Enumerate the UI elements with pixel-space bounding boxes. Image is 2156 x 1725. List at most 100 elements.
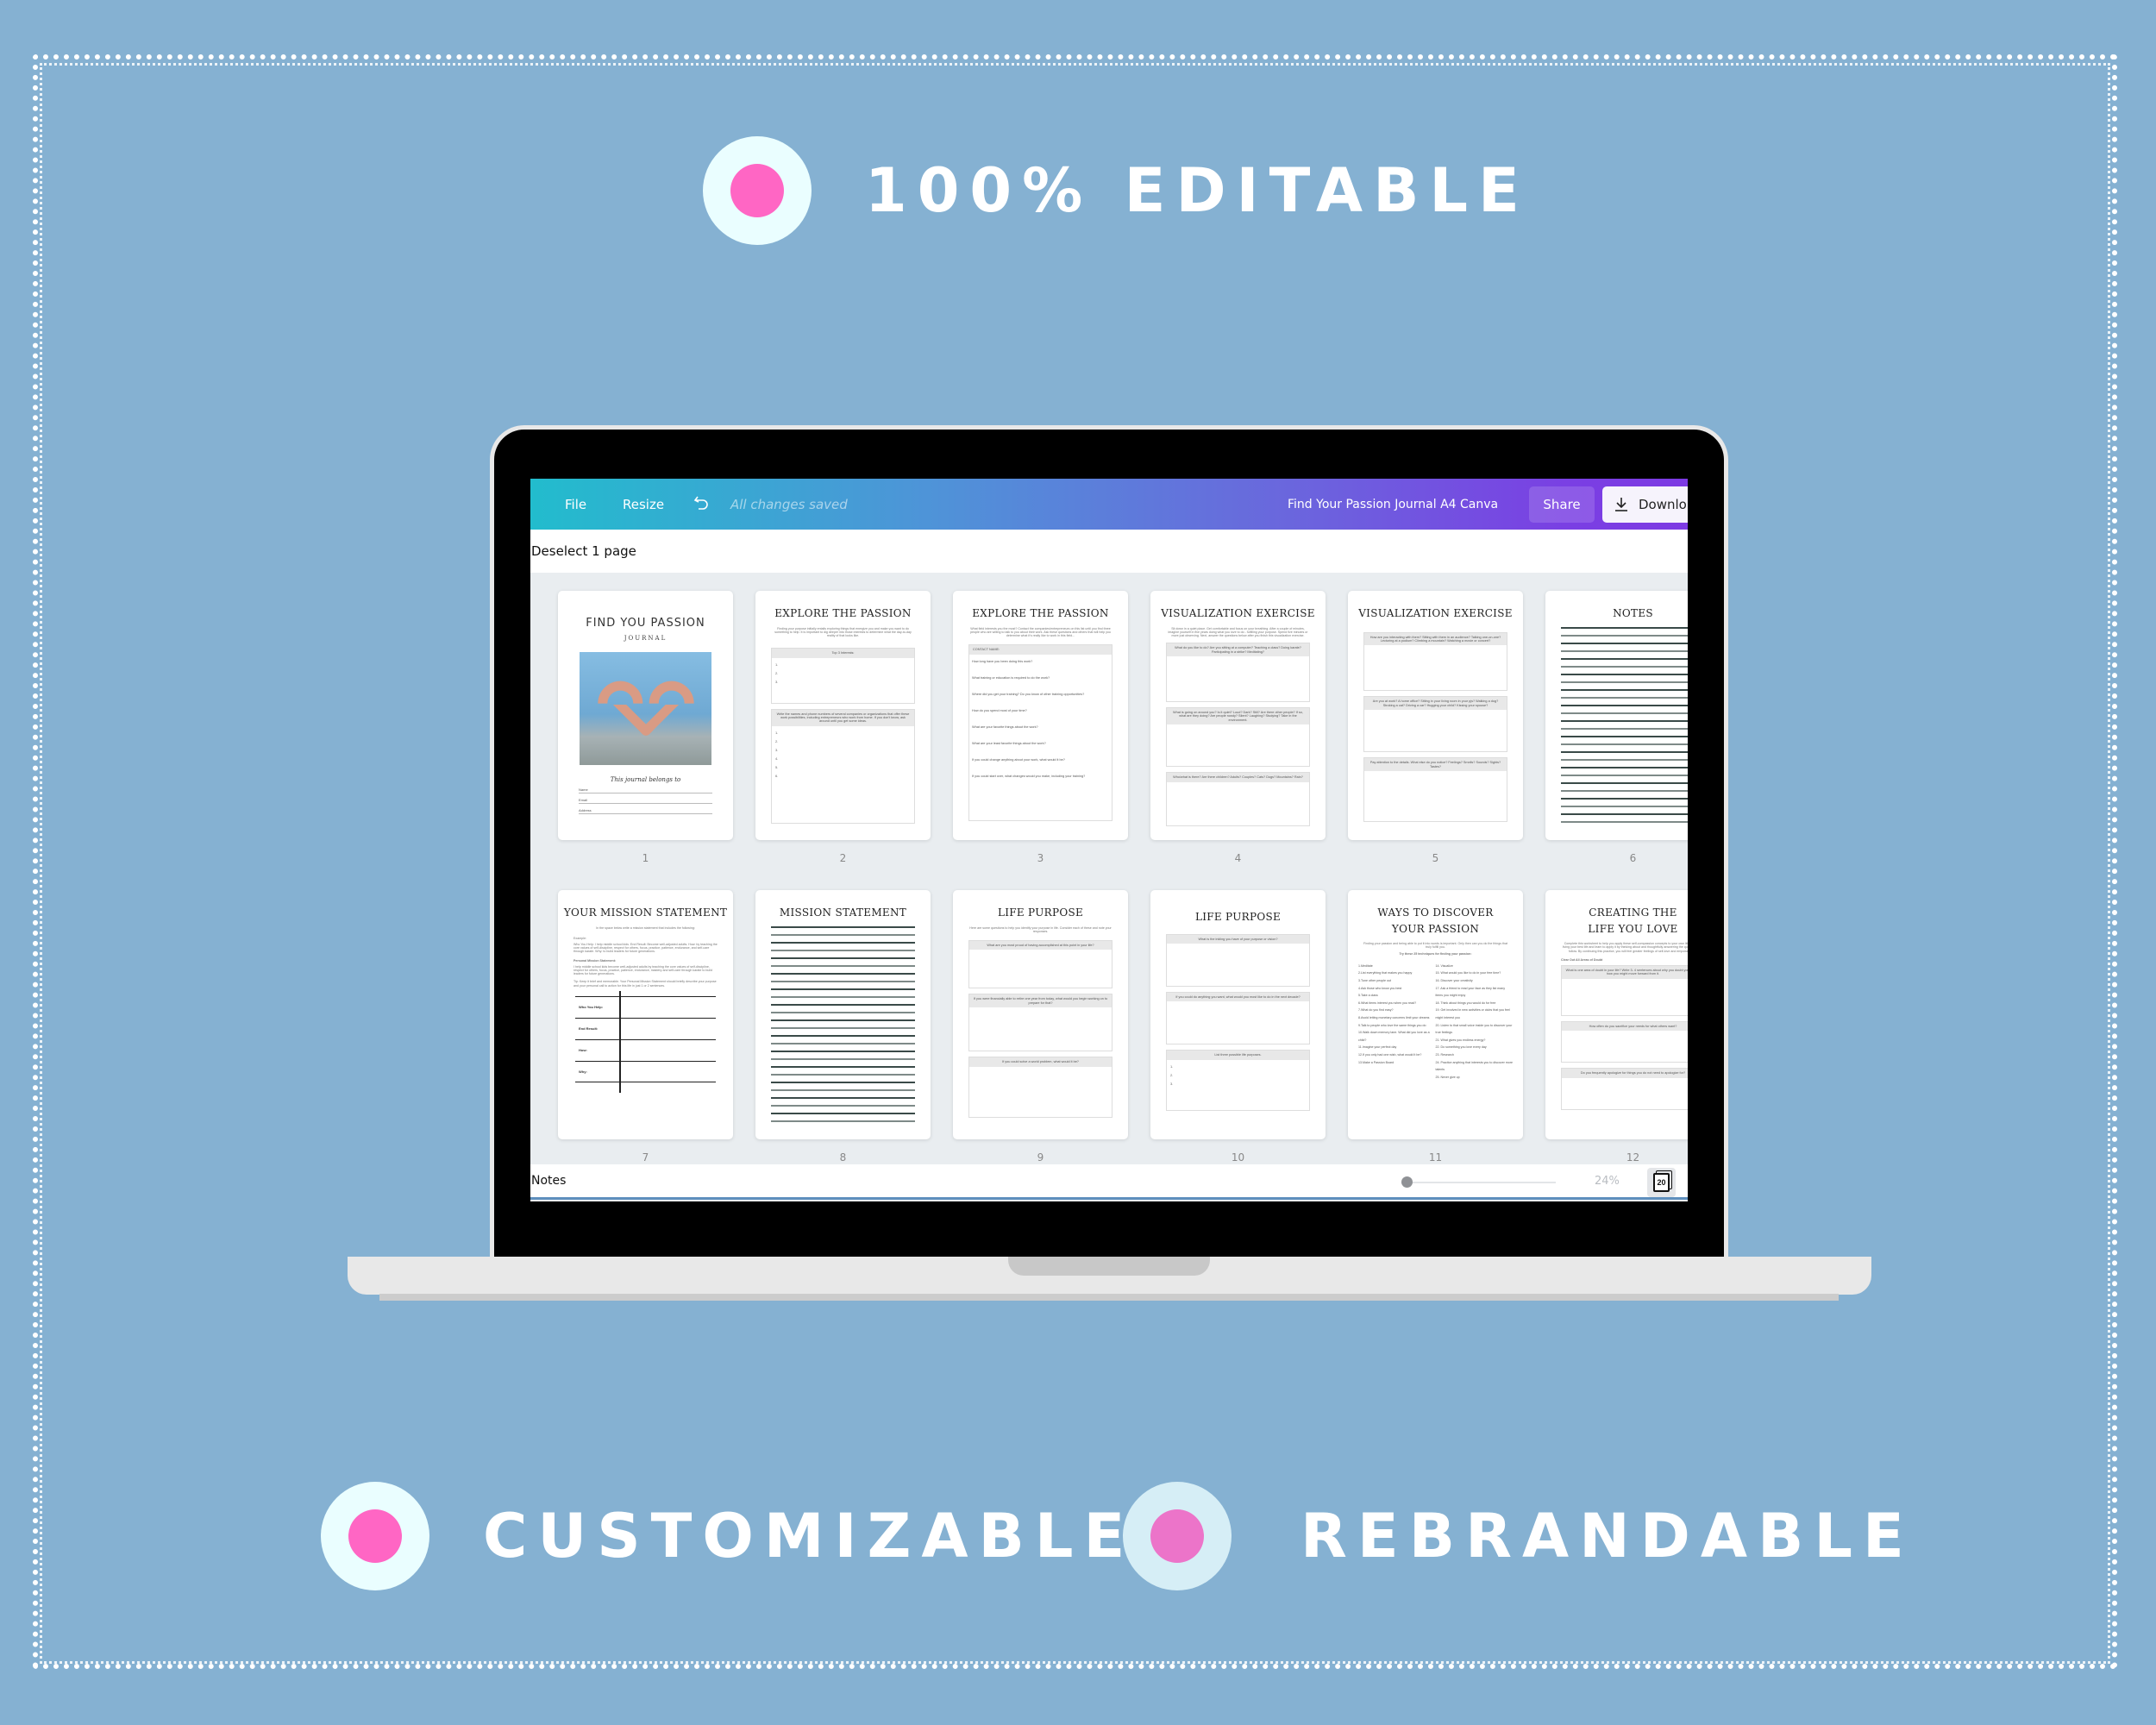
table-row: End Result:	[575, 1017, 716, 1039]
ruled-line	[771, 1088, 915, 1091]
heart-hands-photo	[580, 652, 711, 766]
page-title: LIFE PURPOSE	[1194, 911, 1282, 923]
laptop-notch	[1008, 1257, 1210, 1276]
ruled-line	[771, 957, 915, 959]
email-field: Email	[579, 798, 712, 805]
ruled-line	[771, 1026, 915, 1029]
list-item: 2.	[775, 738, 779, 743]
download-button[interactable]: Downlo	[1602, 486, 1688, 523]
page-number: 12	[1626, 1151, 1640, 1164]
ruled-line	[1561, 634, 1688, 637]
zoom-slider[interactable]	[1409, 1182, 1556, 1183]
notes-button[interactable]: Notes	[531, 1174, 566, 1188]
technique-item: 9.Talk to people who love the same thing…	[1358, 1023, 1426, 1027]
question: What training or education is required t…	[972, 675, 1050, 680]
feature-label: CUSTOMIZABLE	[483, 1501, 1136, 1571]
list-item: 2.	[1170, 1072, 1174, 1077]
deselect-page-button[interactable]: Deselect 1 page	[531, 543, 636, 559]
box-header: CONTACT NAME:	[969, 645, 1112, 655]
page-thumbnail-7[interactable]: YOUR MISSION STATEMENT In the space belo…	[558, 890, 733, 1139]
question: If you could start over, what changes wo…	[972, 774, 1086, 778]
page-thumbnail-9[interactable]: LIFE PURPOSE Here are some questions to …	[953, 890, 1128, 1139]
table-row: How:	[575, 1038, 716, 1061]
box-header: Write the names and phone numbers of sev…	[772, 709, 914, 726]
list-item: 2.	[775, 670, 779, 675]
ruled-line	[1561, 712, 1688, 714]
ruled-line	[771, 1019, 915, 1021]
ruled-line	[771, 949, 915, 951]
page-thumbnail-10[interactable]: LIFE PURPOSE What is the inkling you hav…	[1150, 890, 1326, 1139]
ruled-line	[1561, 797, 1688, 800]
techniques-list: 1.Meditate 2.List everything that makes y…	[1358, 963, 1513, 1082]
page-thumbnail-11[interactable]: WAYS TO DISCOVER YOUR PASSION Finding yo…	[1348, 890, 1523, 1139]
page-number: 9	[1037, 1151, 1044, 1164]
ruled-line	[1561, 781, 1688, 784]
techniques-column-2: 14. Visualize 15. What would you like to …	[1436, 963, 1514, 1082]
ruled-line	[771, 1120, 915, 1122]
ruled-line	[771, 1073, 915, 1076]
ruled-line	[1561, 743, 1688, 745]
editor-toolbar: File Resize All changes saved Find Your …	[530, 479, 1688, 530]
resize-button[interactable]: Resize	[623, 497, 664, 512]
zoom-percentage[interactable]: 24%	[1595, 1175, 1620, 1188]
page-subtitle: JOURNAL	[624, 635, 667, 643]
document-title[interactable]: Find Your Passion Journal A4 Canva	[1288, 498, 1498, 511]
ruled-line	[1561, 805, 1688, 807]
technique-item: 2.List everything that makes you happy	[1358, 971, 1413, 975]
share-button[interactable]: Share	[1529, 486, 1595, 523]
ruled-line	[1561, 766, 1688, 768]
ruled-line	[1561, 727, 1688, 730]
feature-customizable: CUSTOMIZABLE	[321, 1482, 1135, 1590]
ruled-line	[771, 964, 915, 967]
zoom-slider-handle[interactable]	[1401, 1176, 1413, 1188]
technique-item: 4.Ask those who know you best	[1358, 986, 1402, 990]
page-thumbnail-8[interactable]: MISSION STATEMENT	[755, 890, 931, 1139]
list-item: 3.	[775, 747, 779, 752]
page-thumbnail-6[interactable]: NOTES	[1545, 591, 1688, 840]
page-title: VISUALIZATION EXERCISE	[1161, 607, 1315, 619]
personal-text: I help middle school kids become well-ad…	[573, 964, 713, 976]
list-item: 3.	[1170, 1081, 1174, 1086]
pink-dot-badge-icon	[703, 136, 812, 245]
ruled-line	[1561, 789, 1688, 792]
editor-screen: File Resize All changes saved Find Your …	[530, 479, 1688, 1201]
page-thumbnail-3[interactable]: EXPLORE THE PASSION What field interests…	[953, 591, 1128, 840]
page-number: 4	[1234, 852, 1242, 864]
page-count-button[interactable]: 20	[1647, 1168, 1676, 1197]
page-thumbnail-4[interactable]: VISUALIZATION EXERCISE Sit down in a qui…	[1150, 591, 1326, 840]
page-thumbnail-5[interactable]: VISUALIZATION EXERCISE How are you inter…	[1348, 591, 1523, 840]
ruled-line	[771, 1096, 915, 1099]
page-thumbnail-1[interactable]: FIND YOU PASSION JOURNAL This journal be…	[558, 591, 733, 840]
ruled-line	[1561, 642, 1688, 644]
question: What are your least favorite things abou…	[972, 741, 1046, 745]
technique-item: 24. Practice anything that interests you…	[1435, 1060, 1514, 1072]
ruled-line	[771, 1042, 915, 1044]
list-item: 1.	[1170, 1063, 1174, 1069]
page-subhead: Clear Out All Areas of Doubt	[1561, 957, 1603, 962]
file-menu-button[interactable]: File	[565, 497, 586, 512]
laptop-base-shadow	[379, 1294, 1839, 1301]
ruled-line	[1561, 657, 1688, 660]
ruled-line	[1561, 626, 1688, 629]
ruled-line	[771, 1081, 915, 1083]
question: What are your favorite things about the …	[972, 724, 1038, 729]
pink-dot-badge-icon	[1123, 1482, 1232, 1590]
ruled-line	[1561, 758, 1688, 761]
feature-rebrandable: REBRANDABLE	[1123, 1482, 1915, 1590]
page-grid: FIND YOU PASSION JOURNAL This journal be…	[530, 573, 1688, 1164]
page-thumbnail-2[interactable]: EXPLORE THE PASSION Finding your purpose…	[755, 591, 931, 840]
feature-label: 100% EDITABLE	[865, 155, 1530, 226]
feature-editable: 100% EDITABLE	[703, 136, 1530, 245]
box-header: Who/what is there? Are there children? A…	[1167, 773, 1309, 782]
ruled-line	[1561, 812, 1688, 815]
list-item: 6.	[775, 773, 779, 778]
page-intro: What field interests you the most? Conta…	[970, 626, 1111, 637]
list-item: 1.	[775, 730, 779, 735]
address-field: Address	[579, 808, 712, 815]
ruled-line	[1561, 719, 1688, 722]
page-thumbnail-12[interactable]: CREATING THE LIFE YOU LOVE Complete this…	[1545, 890, 1688, 1139]
undo-icon[interactable]	[693, 493, 711, 512]
ruled-line	[771, 933, 915, 936]
page-intro: In the space below write a mission state…	[596, 925, 695, 930]
techniques-column-1: 1.Meditate 2.List everything that makes y…	[1358, 963, 1436, 1082]
